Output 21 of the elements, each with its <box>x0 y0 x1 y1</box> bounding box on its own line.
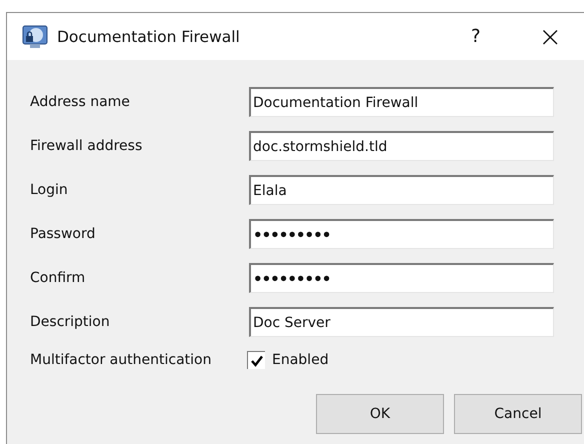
field-label: Description <box>30 314 111 330</box>
field-label: Multifactor authentication <box>30 352 212 368</box>
input-field[interactable]: ••••••••• <box>249 219 554 249</box>
window-title: Documentation Firewall <box>57 28 240 46</box>
dialog-button[interactable]: Cancel <box>454 394 582 434</box>
field-label: Login <box>30 182 69 198</box>
field-label: Confirm <box>30 270 86 286</box>
checkbox-label[interactable]: Enabled <box>272 352 329 368</box>
input-field[interactable]: Documentation Firewall <box>249 87 554 117</box>
checkbox[interactable] <box>247 351 265 369</box>
field-label: Firewall address <box>30 138 144 154</box>
monitor-lock-icon <box>22 24 48 48</box>
field-label: Address name <box>30 94 131 110</box>
input-field[interactable]: doc.stormshield.tld <box>249 131 554 161</box>
input-field[interactable]: Elala <box>249 175 554 205</box>
input-field[interactable]: ••••••••• <box>249 263 554 293</box>
input-field[interactable]: Doc Server <box>249 307 554 337</box>
dialog-button[interactable]: OK <box>316 394 444 434</box>
field-label: Password <box>30 226 96 242</box>
close-button[interactable]: × <box>538 22 562 50</box>
help-button[interactable]: ? <box>470 26 481 47</box>
